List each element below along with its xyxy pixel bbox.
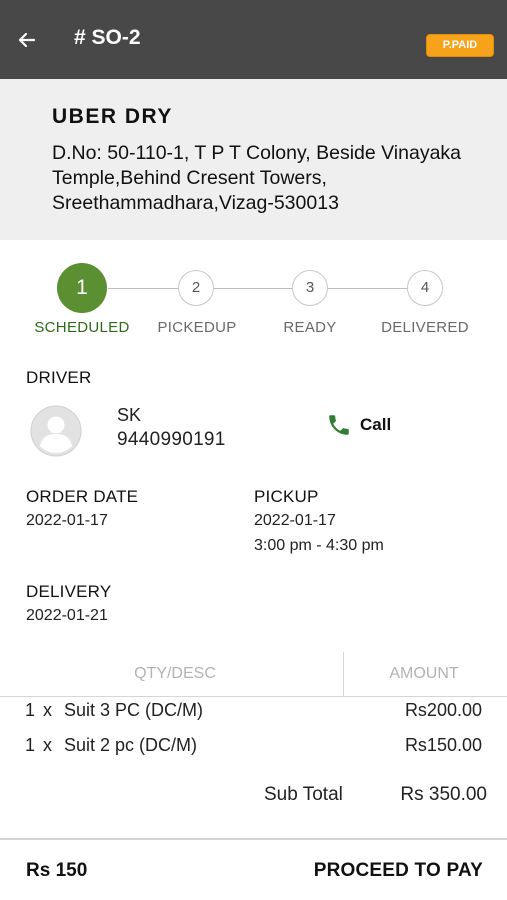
item-qty: 1	[25, 735, 36, 755]
order-date-value: 2022-01-17	[26, 512, 108, 529]
item-multiply: x	[43, 700, 52, 720]
order-title: # SO-2	[74, 26, 141, 49]
arrow-left-icon	[18, 32, 36, 48]
proceed-to-pay-button[interactable]: PROCEED TO PAY	[314, 860, 483, 882]
step-3-label: READY	[283, 319, 337, 336]
pickup-date-value: 2022-01-17	[254, 512, 336, 529]
item-description: Suit 2 pc (DC/M)	[64, 735, 198, 755]
step-2-circle: 2	[178, 270, 214, 306]
order-progress-stepper: 1 2 3 4 SCHEDULED PICKEDUP READY DELIVER…	[0, 262, 507, 342]
amount-header: AMOUNT	[389, 665, 459, 682]
step-1-label: SCHEDULED	[34, 319, 130, 336]
item-amount: Rs200.00	[404, 700, 482, 720]
back-button[interactable]	[14, 26, 40, 54]
delivery-label: DELIVERY	[26, 582, 112, 601]
step-connector	[214, 288, 292, 289]
step-connector	[108, 288, 178, 289]
user-avatar-icon	[30, 405, 82, 457]
step-4-circle: 4	[407, 270, 443, 306]
avatar	[30, 405, 82, 457]
table-row: 1 x Suit 3 PC (DC/M) Rs200.00	[0, 700, 507, 728]
call-driver-button[interactable]: Call	[326, 410, 391, 440]
driver-name: SK	[117, 405, 142, 425]
amount-due: Rs 150	[26, 860, 88, 881]
payment-status-badge: P.PAID	[426, 34, 494, 57]
driver-label: DRIVER	[26, 368, 92, 387]
step-1-circle: 1	[57, 263, 107, 313]
subtotal-label: Sub Total	[264, 784, 343, 805]
top-bar: # SO-2 P.PAID	[0, 0, 507, 79]
store-info: UBER DRY D.No: 50-110-1, T P T Colony, B…	[0, 79, 507, 240]
items-table-header: QTY/DESC AMOUNT	[0, 652, 507, 697]
order-date-label: ORDER DATE	[26, 487, 139, 506]
driver-phone: 9440990191	[117, 429, 226, 450]
table-row: 1 x Suit 2 pc (DC/M) Rs150.00	[0, 735, 507, 763]
call-label: Call	[360, 415, 392, 434]
item-description: Suit 3 PC (DC/M)	[64, 700, 204, 720]
store-name: UBER DRY	[52, 105, 173, 128]
subtotal-value: Rs 350.00	[400, 784, 487, 805]
item-multiply: x	[43, 735, 52, 755]
qty-desc-header: QTY/DESC	[134, 665, 216, 682]
step-2-label: PICKEDUP	[157, 319, 237, 336]
delivery-date-value: 2022-01-21	[26, 607, 108, 624]
payment-footer: Rs 150 PROCEED TO PAY	[0, 838, 507, 900]
pickup-time-value: 3:00 pm - 4:30 pm	[254, 537, 384, 554]
step-4-label: DELIVERED	[381, 319, 469, 336]
step-connector	[328, 288, 407, 289]
item-amount: Rs150.00	[404, 735, 482, 755]
store-address: D.No: 50-110-1, T P T Colony, Beside Vin…	[52, 142, 462, 214]
pickup-label: PICKUP	[254, 487, 319, 506]
phone-icon	[329, 415, 349, 435]
item-qty: 1	[25, 700, 36, 720]
step-3-circle: 3	[292, 270, 328, 306]
